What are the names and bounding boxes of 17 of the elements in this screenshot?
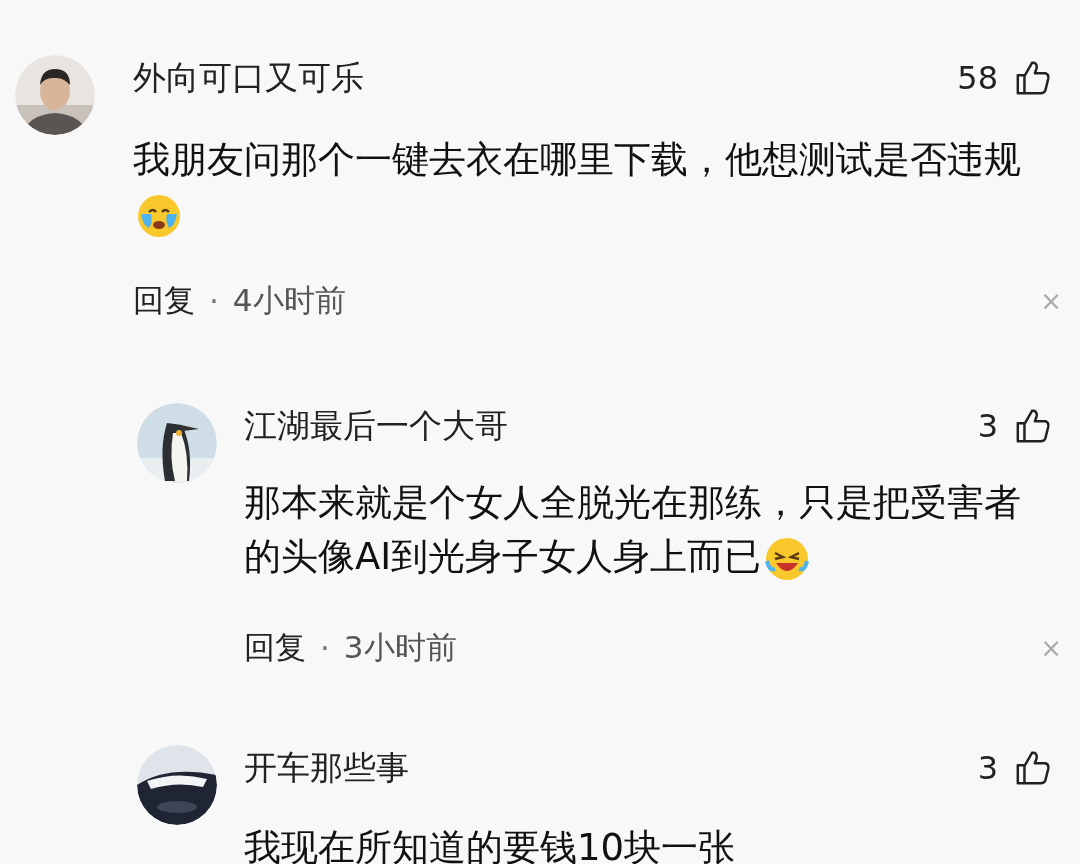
separator-dot: · bbox=[209, 283, 219, 319]
like-button[interactable]: 3 bbox=[977, 749, 1052, 787]
user-name[interactable]: 外向可口又可乐 bbox=[133, 55, 958, 101]
timestamp: 4小时前 bbox=[232, 281, 347, 320]
timestamp: 3小时前 bbox=[343, 628, 458, 667]
like-button[interactable]: 3 bbox=[977, 407, 1052, 445]
separator-dot: · bbox=[320, 630, 330, 666]
reply-button[interactable]: 回复 bbox=[244, 627, 306, 669]
thumbs-up-icon bbox=[1014, 59, 1052, 97]
comment-text: 我朋友问那个一键去衣在哪里下载，他想测试是否违规 bbox=[133, 133, 1052, 241]
comment-text: 那本来就是个女人全脱光在那练，只是把受害者的头像AI到光身子女人身上而已 bbox=[244, 476, 1052, 584]
reply-button[interactable]: 回复 bbox=[133, 280, 195, 322]
user-name[interactable]: 开车那些事 bbox=[244, 745, 978, 791]
user-name[interactable]: 江湖最后一个大哥 bbox=[244, 403, 978, 449]
like-button[interactable]: 58 bbox=[957, 59, 1052, 97]
thumbs-up-icon bbox=[1014, 407, 1052, 445]
thumbs-up-icon bbox=[1014, 749, 1052, 787]
